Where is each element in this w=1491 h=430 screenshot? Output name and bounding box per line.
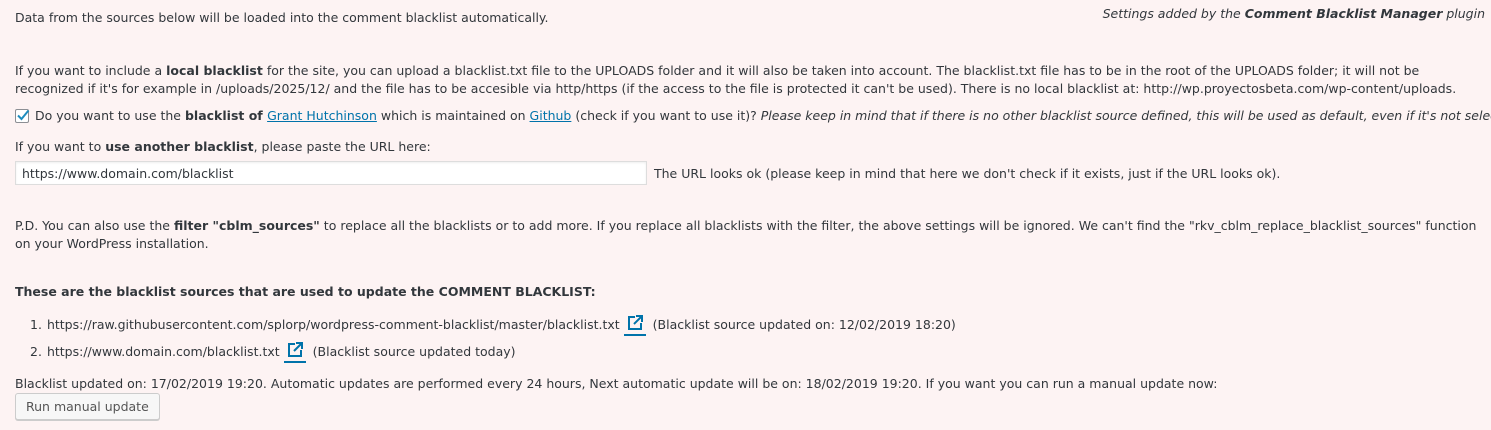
source-status: (Blacklist source updated today) [312, 343, 516, 359]
blacklist-url-input[interactable] [15, 161, 647, 185]
source-status: (Blacklist source updated on: 12/02/2019… [652, 316, 956, 332]
run-manual-update-button[interactable]: Run manual update [15, 393, 160, 420]
another-blacklist-label: If you want to use another blacklist, pl… [15, 139, 431, 154]
source-list-item: 2. https://www.domain.com/blacklist.txt … [30, 341, 516, 363]
grant-text-3: (check if you want to use it)? [571, 108, 761, 123]
grant-blacklist-checkbox[interactable] [15, 108, 30, 123]
grant-blacklist-label: Do you want to use the blacklist of Gran… [35, 108, 1491, 123]
pd-text-1: P.D. You can also use the [15, 218, 174, 233]
local-text-1: If you want to include a [15, 63, 167, 78]
intro-text: Data from the sources below will be load… [15, 10, 549, 25]
grant-note: Please keep in mind that if there is no … [760, 108, 1491, 123]
grant-hutchinson-link[interactable]: Grant Hutchinson [267, 108, 377, 123]
another-bold: use another blacklist [105, 139, 254, 154]
another-text-1: If you want to [15, 139, 106, 154]
pd-bold: filter "cblm_sources" [173, 218, 320, 233]
source-url: https://raw.githubusercontent.com/splorp… [46, 316, 620, 332]
update-info: Blacklist updated on: 17/02/2019 19:20. … [15, 376, 1218, 391]
plugin-credit: Settings added by the Comment Blacklist … [1103, 6, 1485, 21]
credit-plugin-name: Comment Blacklist Manager [1244, 6, 1443, 21]
github-link[interactable]: Github [530, 108, 572, 123]
credit-suffix: plugin [1442, 6, 1485, 21]
source-number: 2. [30, 343, 42, 359]
grant-blacklist-option: Do you want to use the blacklist of Gran… [15, 108, 1491, 123]
local-bold: local blacklist [166, 63, 263, 78]
grant-text-1: Do you want to use the [35, 108, 185, 123]
grant-bold: blacklist of [184, 108, 268, 123]
source-list-item: 1. https://raw.githubusercontent.com/spl… [30, 314, 956, 336]
source-number: 1. [30, 316, 42, 332]
source-url: https://www.domain.com/blacklist.txt [46, 343, 280, 359]
local-blacklist-description: If you want to include a local blacklist… [15, 62, 1483, 98]
another-text-2: , please paste the URL here: [253, 139, 431, 154]
filter-description: P.D. You can also use the filter "cblm_s… [15, 217, 1483, 253]
external-link-icon[interactable] [283, 341, 306, 363]
url-status-text: The URL looks ok (please keep in mind th… [654, 166, 1281, 181]
checkmark-icon [17, 109, 30, 120]
sources-heading: These are the blacklist sources that are… [15, 284, 596, 299]
grant-text-2: which is maintained on [376, 108, 530, 123]
credit-prefix: Settings added by the [1102, 6, 1245, 21]
external-link-icon[interactable] [623, 314, 646, 336]
